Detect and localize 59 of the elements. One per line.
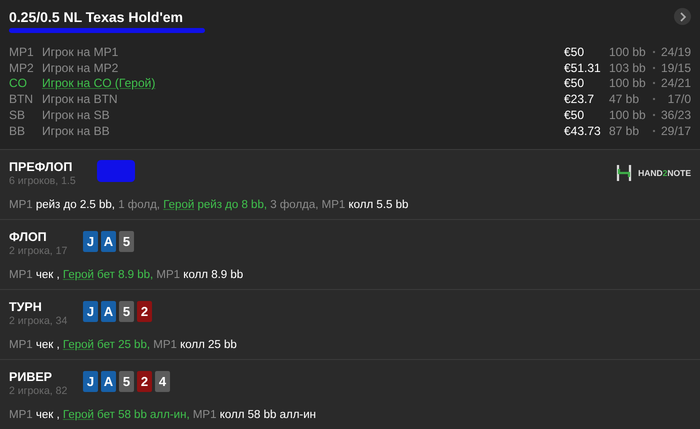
player-stack-bb: 47 bb <box>609 92 640 106</box>
player-name[interactable]: Игрок на BB <box>42 124 564 138</box>
player-position: MP1 <box>9 44 35 59</box>
player-stack-bb: 100 bb <box>609 76 647 90</box>
street-name: РИВЕР <box>9 370 54 384</box>
player-stack-bb: 87 bb <box>609 124 640 138</box>
player-stack-bb: 103 bb <box>609 60 647 75</box>
player-position: BTN <box>9 92 34 106</box>
player-stats: 17/0 <box>666 92 691 106</box>
player-name[interactable]: Игрок на SB <box>42 108 564 122</box>
player-stats: 24/21 <box>661 76 691 90</box>
action-line: MP1 чек , Герой бет 25 bb, MP1 колл 25 bb <box>9 338 238 351</box>
player-position: MP2 <box>9 60 35 75</box>
player-stack: €51.31 <box>564 60 602 75</box>
player-stats: 19/15 <box>661 60 691 75</box>
action-line: MP1 рейз до 2.5 bb, 1 фолд, Герой рейз до 8 bb, 3 фолда, MP1 колл 5.5 bb <box>9 198 410 211</box>
playing-card: A <box>101 370 116 392</box>
playing-card: 5 <box>119 370 134 392</box>
player-stack-bb: 100 bb <box>609 44 647 59</box>
action-line: MP1 чек , Герой бет 8.9 bb, MP1 колл 8.9 bb <box>9 268 244 281</box>
player-stack: €23.7 <box>564 92 596 106</box>
street-info: 2 игрока, 82 <box>9 384 68 397</box>
playing-card: A <box>101 230 116 252</box>
playing-card: 2 <box>137 370 152 392</box>
street-info: 2 игрока, 34 <box>9 314 68 327</box>
chevron-right-icon <box>678 12 686 22</box>
playing-card: J <box>83 300 98 322</box>
street-name: ТУРН <box>9 300 43 314</box>
player-position: CO <box>9 76 28 90</box>
playing-card: J <box>83 230 98 252</box>
action-line: MP1 чек , Герой бет 58 bb алл-ин, MP1 колл 58 bb алл-ин <box>9 408 318 421</box>
player-stats: 29/17 <box>661 124 691 138</box>
street-name: ФЛОП <box>9 230 48 244</box>
next-button[interactable] <box>674 8 691 25</box>
playing-card: 5 <box>119 300 134 322</box>
player-stack: €50 <box>564 76 586 90</box>
player-name[interactable]: Игрок на MP2 <box>42 60 564 75</box>
player-stack: €50 <box>564 44 586 59</box>
player-position: SB <box>9 108 26 122</box>
playing-card: 4 <box>155 370 170 392</box>
player-position: BB <box>9 124 26 138</box>
player-stack: €43.73 <box>564 124 602 138</box>
player-name[interactable]: Игрок на CO (Герой) <box>42 76 564 90</box>
player-name[interactable]: Игрок на BTN <box>42 92 564 106</box>
playing-card: 2 <box>137 300 152 322</box>
playing-card: A <box>101 300 116 322</box>
playing-card: J <box>83 370 98 392</box>
street-info: 2 игрока, 17 <box>9 244 68 257</box>
hand-title: 0.25/0.5 NL Texas Hold'em <box>9 9 184 25</box>
logo-icon <box>616 164 632 182</box>
street-info: 6 игроков, 1.5 <box>9 174 77 187</box>
playing-card: 5 <box>119 230 134 252</box>
player-stats: 24/19 <box>661 44 691 59</box>
street-name: ПРЕФЛОП <box>9 160 74 174</box>
player-name[interactable]: Игрок на MP1 <box>42 44 564 59</box>
logo-text: HAND2NOTE <box>638 168 691 178</box>
player-stack-bb: 100 bb <box>609 108 647 122</box>
player-stats: 36/23 <box>661 108 691 122</box>
player-stack: €50 <box>564 108 586 122</box>
